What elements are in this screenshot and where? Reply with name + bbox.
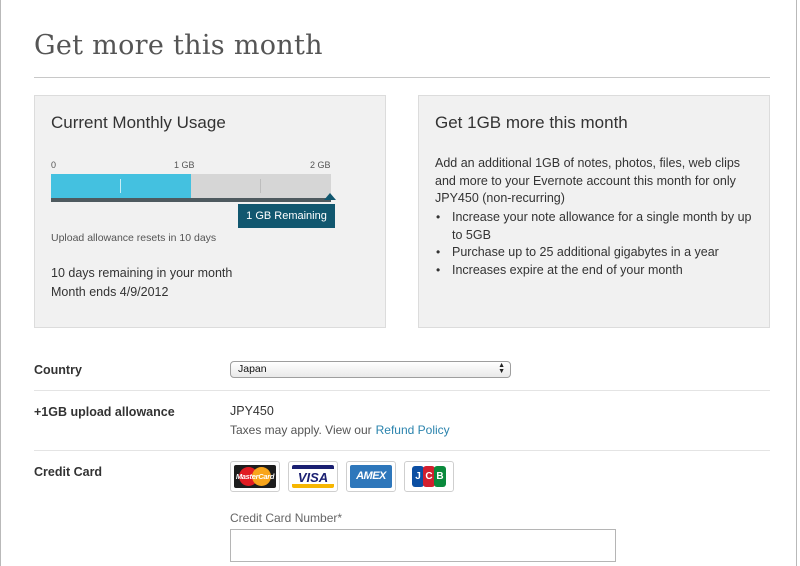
usage-bar-fill [51, 174, 191, 198]
remaining-pointer [324, 193, 336, 200]
taxes-text: Taxes may apply. View our [230, 423, 372, 437]
offer-bullet: Increase your note allowance for a singl… [435, 209, 757, 244]
jcb-logo: JCB [404, 461, 454, 492]
select-arrows-icon: ▲ ▼ [498, 362, 505, 375]
usage-panel: Current Monthly Usage 0 1 GB 2 GB 1 GB R… [34, 95, 386, 328]
cc-number-label: Credit Card Number* [230, 511, 343, 525]
usage-bar [51, 174, 331, 198]
remaining-badge: 1 GB Remaining [238, 204, 335, 228]
row-divider [34, 390, 770, 391]
usage-bar-tick [120, 179, 121, 193]
usage-bar-base [51, 198, 331, 202]
scale-label-0: 0 [51, 160, 57, 170]
usage-bar-tick [260, 179, 261, 193]
visa-text: VISA [297, 470, 329, 485]
days-remaining: 10 days remaining in your month [51, 266, 233, 280]
reset-note: Upload allowance resets in 10 days [51, 232, 217, 244]
offer-bullet: Increases expire at the end of your mont… [435, 262, 757, 280]
row-divider [34, 450, 770, 451]
mastercard-text: MasterCard [235, 472, 275, 481]
taxes-note: Taxes may apply. View our Refund Policy [230, 423, 450, 437]
amex-logo: AMEX [346, 461, 396, 492]
offer-bullets: Increase your note allowance for a singl… [435, 209, 757, 279]
credit-card-label: Credit Card [34, 465, 103, 479]
page-frame: Get more this month Current Monthly Usag… [0, 0, 797, 566]
offer-heading: Get 1GB more this month [435, 113, 628, 132]
country-select[interactable]: Japan ▲ ▼ [230, 361, 511, 378]
mastercard-logo: MasterCard [230, 461, 280, 492]
title-divider [34, 77, 770, 78]
visa-logo: VISA [288, 461, 338, 492]
offer-bullet: Purchase up to 25 additional gigabytes i… [435, 244, 757, 262]
month-ends: Month ends 4/9/2012 [51, 285, 169, 299]
price-value: JPY450 [230, 404, 274, 418]
refund-policy-link[interactable]: Refund Policy [376, 423, 450, 437]
amex-text: AMEX [356, 470, 386, 482]
upload-allowance-label: +1GB upload allowance [34, 405, 175, 419]
scale-label-2gb: 2 GB [310, 160, 331, 170]
country-select-value: Japan [238, 363, 267, 375]
usage-heading: Current Monthly Usage [51, 113, 226, 132]
offer-description: Add an additional 1GB of notes, photos, … [435, 156, 741, 205]
scale-label-1gb: 1 GB [174, 160, 195, 170]
page-title: Get more this month [34, 30, 323, 61]
cc-number-input[interactable] [230, 529, 616, 562]
offer-panel: Get 1GB more this month Add an additiona… [418, 95, 770, 328]
country-label: Country [34, 363, 82, 377]
